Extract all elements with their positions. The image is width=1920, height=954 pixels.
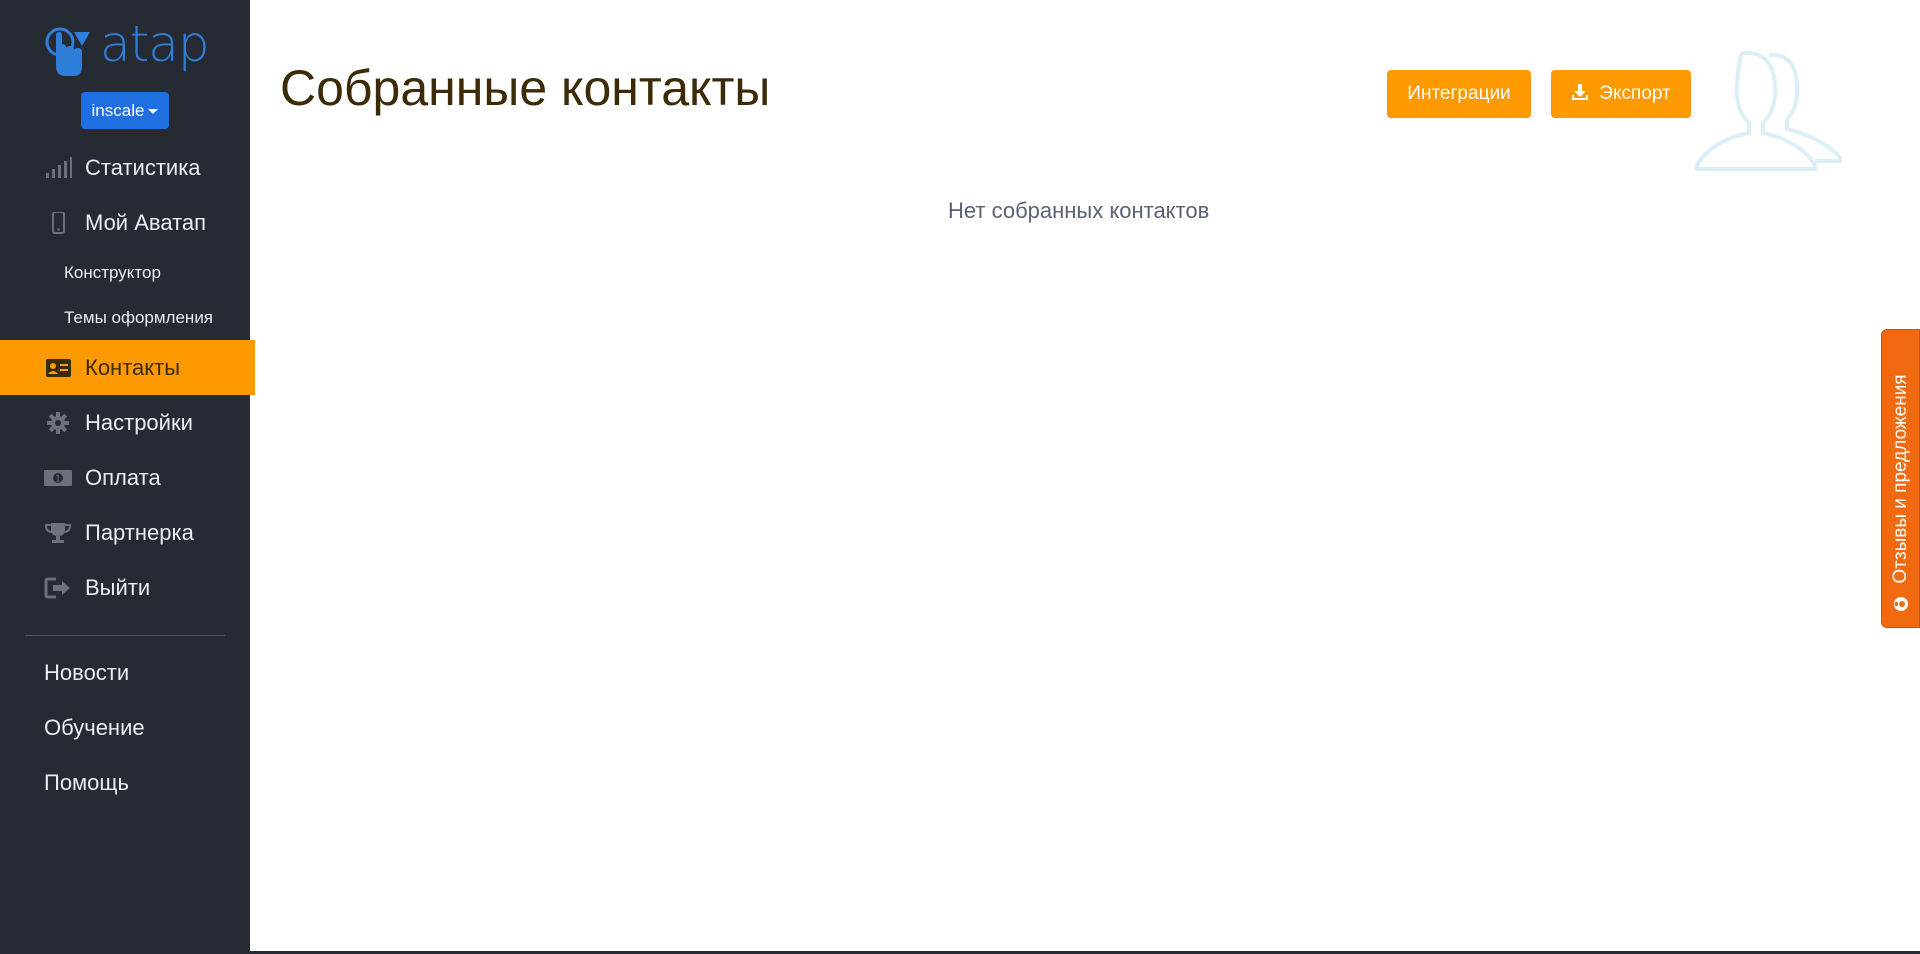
sidebar-item-my-avatap[interactable]: Мой Аватап: [0, 195, 250, 250]
integrations-button-label: Интеграции: [1407, 83, 1511, 104]
page-title: Собранные контакты: [280, 60, 771, 116]
integrations-button[interactable]: Интеграции: [1387, 70, 1531, 118]
logo-wordmark: atap: [100, 15, 210, 73]
sidebar-item-logout[interactable]: Выйти: [0, 560, 250, 615]
sidebar-item-label: Контакты: [85, 355, 181, 380]
sidebar-item-label: Настройки: [85, 410, 193, 435]
sign-out-icon: [44, 577, 70, 599]
sidebar-item-payment[interactable]: 1 Оплата: [0, 450, 250, 505]
sidebar-item-label: Оплата: [85, 465, 161, 490]
signal-bars-icon: [46, 157, 72, 178]
trophy-icon: [44, 523, 72, 543]
money-icon: 1: [44, 470, 72, 486]
sidebar-item-news[interactable]: Новости: [44, 660, 129, 686]
sidebar-item-statistics[interactable]: Статистика: [0, 140, 250, 195]
export-button-label: Экспорт: [1599, 83, 1671, 104]
sidebar-subitem-themes[interactable]: Темы оформления: [64, 308, 213, 328]
sidebar-item-help[interactable]: Помощь: [44, 770, 129, 796]
lightbulb-icon: [1894, 597, 1908, 611]
empty-state-message: Нет собранных контактов: [948, 198, 1210, 223]
sidebar-item-contacts[interactable]: Контакты: [0, 340, 255, 395]
svg-text:1: 1: [55, 475, 61, 485]
sidebar-item-label: Партнерка: [85, 520, 194, 545]
sidebar-subitem-constructor[interactable]: Конструктор: [64, 263, 161, 283]
download-icon: [1572, 84, 1589, 100]
sidebar-item-settings[interactable]: Настройки: [0, 395, 250, 450]
sidebar-item-label: Статистика: [85, 155, 201, 180]
feedback-tab-label: Отзывы и предложения: [1889, 373, 1911, 584]
gear-icon: [47, 412, 69, 434]
sidebar-item-partner[interactable]: Партнерка: [0, 505, 250, 560]
sidebar-item-label: Мой Аватап: [85, 210, 207, 235]
id-card-icon: [46, 359, 71, 377]
account-dropdown-button[interactable]: inscale: [81, 92, 169, 129]
export-button[interactable]: Экспорт: [1551, 70, 1691, 118]
users-outline-icon: [1695, 50, 1842, 171]
sidebar-item-label: Выйти: [85, 575, 151, 600]
caret-down-icon: [148, 109, 159, 115]
mobile-phone-icon: [52, 212, 65, 234]
sidebar-item-learning[interactable]: Обучение: [44, 715, 145, 741]
feedback-tab[interactable]: Отзывы и предложения: [1881, 329, 1920, 628]
account-name: inscale: [91, 101, 145, 120]
sidebar-divider: [25, 635, 225, 636]
sidebar: atap inscale Статистика Мой Аватап Конст…: [0, 0, 255, 951]
